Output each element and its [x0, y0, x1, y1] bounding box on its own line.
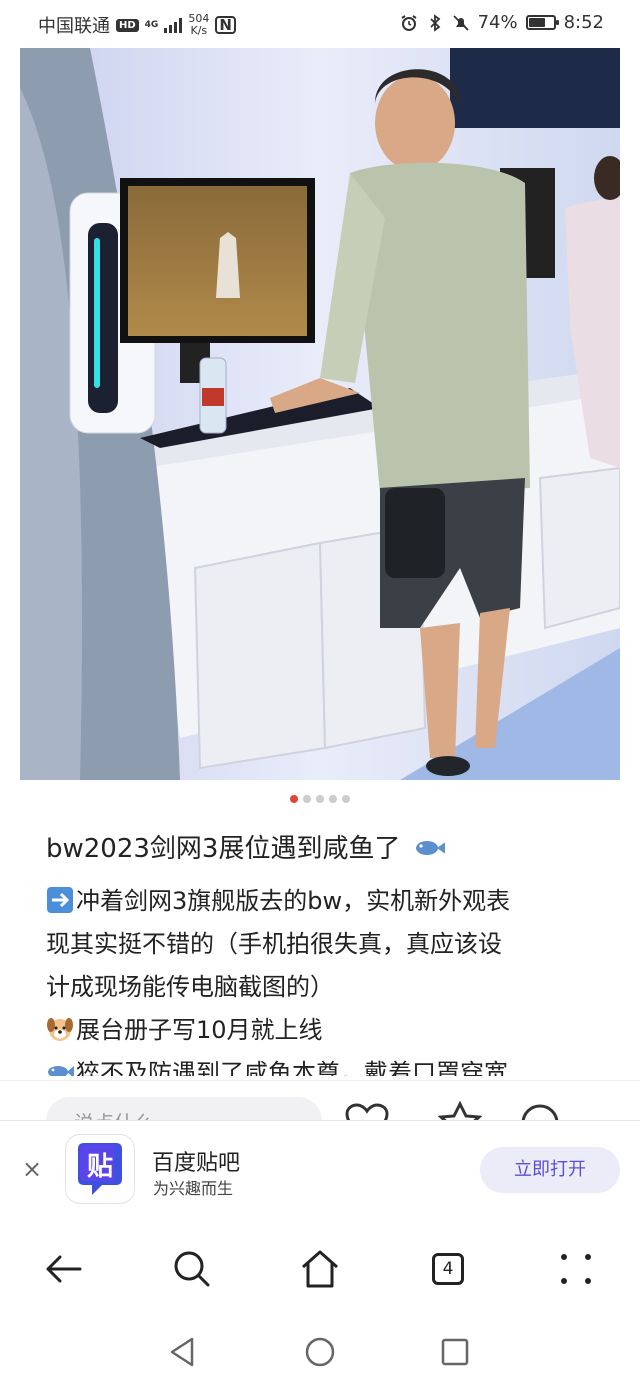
system-back-button[interactable]	[166, 1335, 200, 1369]
body-line-text: 计成现场能传电脑截图的）	[46, 973, 334, 1001]
comment-icon[interactable]	[518, 1103, 562, 1121]
close-icon[interactable]: ×	[22, 1155, 42, 1183]
open-app-button[interactable]: 立即打开	[480, 1147, 620, 1193]
comment-placeholder: 说点什么	[74, 1107, 154, 1121]
like-icon[interactable]	[345, 1103, 389, 1121]
arrow-right-emoji-icon	[47, 887, 73, 913]
alarm-icon	[400, 14, 418, 32]
browser-toolbar: 4	[0, 1219, 640, 1319]
body-line: 展台册子写10月就上线	[46, 1009, 606, 1052]
square-recents-icon	[441, 1338, 469, 1366]
back-button[interactable]	[42, 1247, 86, 1291]
body-line-text: 猝不及防遇到了咸鱼本尊，戴着口罩穿宽	[76, 1059, 508, 1076]
battery-icon	[525, 15, 559, 30]
body-line: 冲着剑网3旗舰版去的bw，实机新外观表	[46, 880, 606, 923]
photo-illustration	[20, 48, 620, 780]
bluetooth-icon	[426, 13, 444, 32]
post-title-text: bw2023剑网3展位遇到咸鱼了	[46, 834, 401, 864]
tabs-icon: 4	[432, 1253, 464, 1285]
carrier-name: 中国联通	[38, 16, 110, 37]
fish-emoji-icon	[48, 1066, 74, 1076]
search-icon	[174, 1251, 210, 1287]
post-title: bw2023剑网3展位遇到咸鱼了	[46, 828, 447, 865]
clock: 8:52	[563, 12, 604, 33]
pagination-dot	[316, 795, 324, 803]
circle-home-icon	[305, 1337, 335, 1367]
app-icon-glyph: 贴	[87, 1152, 113, 1182]
pagination-dot	[329, 795, 337, 803]
system-home-button[interactable]	[303, 1335, 337, 1369]
body-line-text: 展台册子写10月就上线	[76, 1016, 323, 1044]
body-line: 现其实挺不错的（手机拍很失真，真应该设	[46, 923, 606, 966]
body-line-text: 冲着剑网3旗舰版去的bw，实机新外观表	[76, 887, 511, 915]
hd-badge: HD	[116, 18, 139, 32]
tabs-button[interactable]: 4	[426, 1247, 470, 1291]
battery-fill	[528, 18, 545, 27]
home-icon	[302, 1250, 338, 1288]
search-button[interactable]	[170, 1247, 214, 1291]
more-icon	[561, 1254, 591, 1284]
system-recents-button[interactable]	[438, 1335, 472, 1369]
image-pagination	[0, 795, 640, 803]
app-slogan: 为兴趣而生	[153, 1179, 234, 1198]
status-right: 74% 8:52	[400, 12, 604, 33]
status-bar: 中国联通 HD 4G 504 K/s N 74% 8:52	[0, 0, 640, 48]
app-name: 百度贴吧	[152, 1151, 241, 1176]
post-body: 冲着剑网3旗舰版去的bw，实机新外观表 现其实挺不错的（手机拍很失真，真应该设 …	[46, 880, 606, 1076]
signal-icon	[164, 17, 183, 33]
back-icon	[46, 1255, 82, 1283]
pagination-dot	[303, 795, 311, 803]
app-download-banner: × 贴 百度贴吧 为兴趣而生 立即打开	[0, 1120, 640, 1220]
tieba-app-icon: 贴	[66, 1135, 134, 1203]
mute-icon	[452, 14, 470, 32]
post-photo[interactable]	[20, 48, 620, 780]
network-type: 4G	[144, 19, 159, 30]
body-line-text: 现其实挺不错的（手机拍很失真，真应该设	[46, 930, 502, 958]
speed-unit: K/s	[190, 24, 208, 37]
network-speed: 504 K/s	[188, 13, 209, 37]
triangle-back-icon	[170, 1337, 194, 1367]
body-line: 计成现场能传电脑截图的）	[46, 966, 606, 1009]
comment-input[interactable]: 说点什么	[46, 1097, 322, 1121]
system-navigation-bar	[0, 1319, 640, 1386]
body-line: 猝不及防遇到了咸鱼本尊，戴着口罩穿宽	[46, 1052, 606, 1076]
nfc-icon: N	[215, 16, 236, 34]
pagination-dot	[290, 795, 298, 803]
favorite-icon[interactable]	[438, 1101, 482, 1121]
dog-emoji-icon	[47, 1018, 73, 1041]
status-left: 中国联通 HD 4G 504 K/s N	[38, 12, 236, 38]
home-button[interactable]	[298, 1247, 342, 1291]
more-button[interactable]	[554, 1247, 598, 1291]
pagination-dot	[342, 795, 350, 803]
battery-percent: 74%	[477, 12, 518, 33]
post-action-row: 说点什么	[0, 1080, 640, 1121]
fish-icon	[415, 841, 445, 855]
